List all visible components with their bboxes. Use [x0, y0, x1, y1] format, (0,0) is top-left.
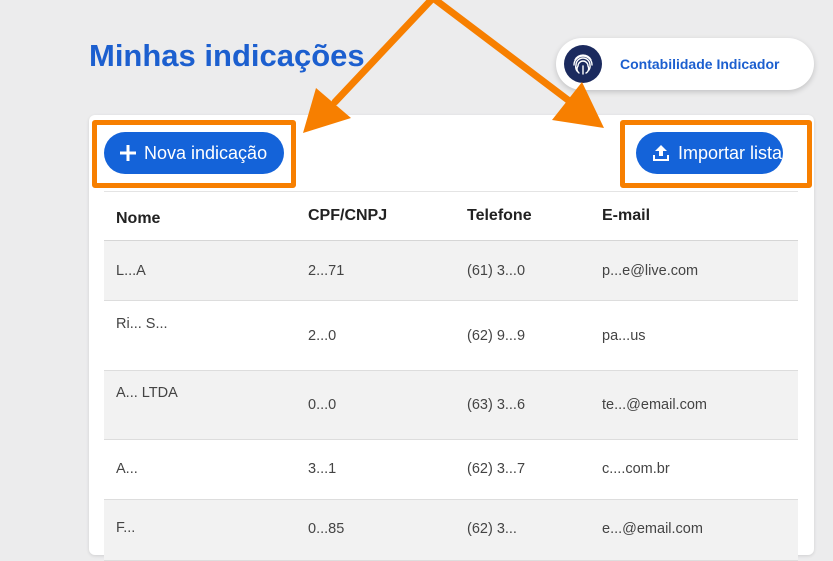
fingerprint-icon — [564, 45, 602, 83]
column-header-name: Nome — [116, 210, 161, 227]
row-document: 0...85 — [308, 521, 345, 537]
column-header-email: E-mail — [602, 207, 651, 224]
row-email: p...e@live.com — [602, 263, 699, 279]
column-header-phone: Telefone — [467, 207, 532, 224]
row-phone: (62) 3...7 — [467, 461, 526, 477]
row-name: A... LTDA — [116, 385, 178, 401]
row-phone: (63) 3...6 — [467, 397, 526, 413]
row-name: A... — [116, 461, 138, 477]
table-row[interactable]: F... 0...85 (62) 3... e...@email.com — [104, 500, 798, 561]
row-email: c....com.br — [602, 461, 670, 477]
row-phone: (62) 3... — [467, 521, 517, 537]
row-name: F... — [116, 520, 136, 536]
row-document: 0...0 — [308, 397, 337, 413]
row-email: e...@email.com — [602, 521, 703, 537]
column-header-document: CPF/CNPJ — [308, 207, 388, 224]
row-document: 2...71 — [308, 263, 345, 279]
row-name: Ri... S... — [116, 316, 168, 332]
highlight-box-import-list — [620, 120, 812, 188]
table-row[interactable]: A... LTDA 0...0 (63) 3...6 te...@email.c… — [104, 371, 798, 440]
table-row[interactable]: Ri... S... 2...0 (62) 9...9 pa...us — [104, 301, 798, 371]
row-document: 3...1 — [308, 461, 337, 477]
row-email: pa...us — [602, 328, 646, 344]
page-title: Minhas indicações — [89, 38, 365, 73]
row-phone: (61) 3...0 — [467, 263, 526, 279]
account-switcher[interactable]: Contabilidade Indicador — [556, 38, 814, 90]
table-row[interactable]: A... 3...1 (62) 3...7 c....com.br — [104, 440, 798, 500]
account-name: Contabilidade Indicador — [620, 56, 780, 72]
row-phone: (62) 9...9 — [467, 328, 526, 344]
row-email: te...@email.com — [602, 397, 707, 413]
row-document: 2...0 — [308, 328, 337, 344]
row-name: L...A — [116, 263, 146, 279]
referrals-table: Nome CPF/CNPJ Telefone E-mail L...A 2...… — [104, 191, 798, 561]
highlight-box-new-referral — [92, 120, 296, 188]
table-header: Nome CPF/CNPJ Telefone E-mail — [104, 192, 798, 241]
table-row[interactable]: L...A 2...71 (61) 3...0 p...e@live.com — [104, 241, 798, 301]
